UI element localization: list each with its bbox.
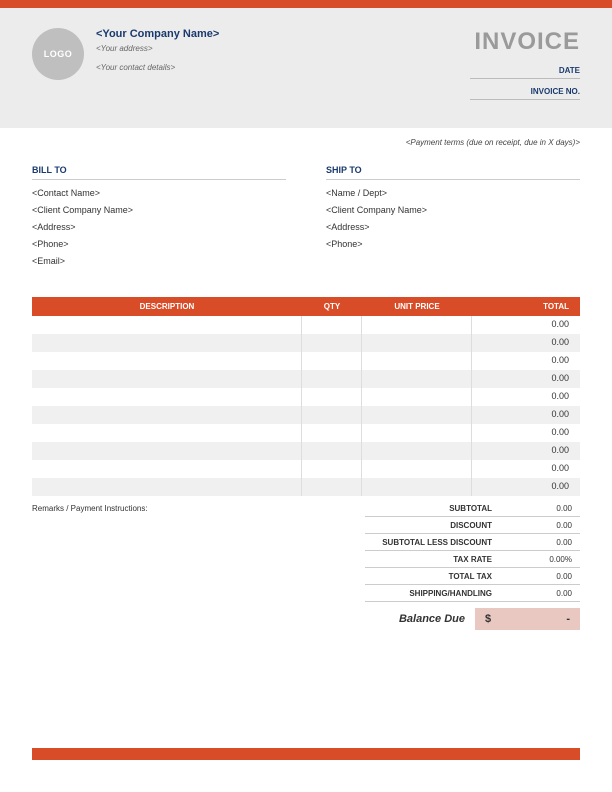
cell-qty [302,334,362,352]
table-row: 0.00 [32,334,580,352]
col-header-description: DESCRIPTION [32,297,302,316]
total-tax-label: TOTAL TAX [365,572,492,581]
cell-total: 0.00 [472,316,577,334]
cell-desc [32,478,302,496]
cell-price [362,334,472,352]
table-row: 0.00 [32,388,580,406]
balance-currency: $ [485,613,491,625]
bill-to-title: BILL TO [32,165,286,180]
subtotal-label: SUBTOTAL [365,504,492,513]
company-contact: <Your contact details> [96,63,219,72]
cell-qty [302,478,362,496]
line-items-table: DESCRIPTION QTY UNIT PRICE TOTAL 0.000.0… [32,297,580,496]
tax-rate-value: 0.00% [492,555,572,564]
bill-to-line: <Email> [32,256,286,266]
cell-qty [302,460,362,478]
cell-desc [32,442,302,460]
cell-price [362,406,472,424]
ship-to-line: <Phone> [326,239,580,249]
cell-price [362,316,472,334]
subtotal-less-label: SUBTOTAL LESS DISCOUNT [365,538,492,547]
discount-label: DISCOUNT [365,521,492,530]
balance-due-label: Balance Due [365,613,475,625]
table-row: 0.00 [32,460,580,478]
cell-desc [32,316,302,334]
invoice-no-label: INVOICE NO. [470,87,580,96]
table-row: 0.00 [32,478,580,496]
cell-desc [32,334,302,352]
discount-value: 0.00 [492,521,572,530]
cell-qty [302,316,362,334]
cell-total: 0.00 [472,370,577,388]
header: LOGO <Your Company Name> <Your address> … [0,8,612,128]
bill-to-line: <Contact Name> [32,188,286,198]
cell-qty [302,442,362,460]
ship-to-line: <Name / Dept> [326,188,580,198]
cell-qty [302,388,362,406]
table-row: 0.00 [32,352,580,370]
cell-total: 0.00 [472,406,577,424]
bill-to-line: <Phone> [32,239,286,249]
table-row: 0.00 [32,406,580,424]
cell-qty [302,352,362,370]
balance-amount: - [566,613,570,625]
cell-total: 0.00 [472,334,577,352]
cell-desc [32,352,302,370]
ship-to-section: SHIP TO <Name / Dept> <Client Company Na… [326,165,580,273]
top-accent-bar [0,0,612,8]
cell-total: 0.00 [472,388,577,406]
cell-price [362,460,472,478]
cell-total: 0.00 [472,478,577,496]
bottom-accent-bar [32,748,580,760]
bill-to-line: <Address> [32,222,286,232]
cell-price [362,388,472,406]
cell-price [362,370,472,388]
cell-price [362,352,472,370]
shipping-label: SHIPPING/HANDLING [365,589,492,598]
cell-total: 0.00 [472,460,577,478]
balance-due-value: $ - [475,608,580,630]
cell-price [362,424,472,442]
ship-to-title: SHIP TO [326,165,580,180]
payment-terms: <Payment terms (due on receipt, due in X… [0,128,612,165]
table-row: 0.00 [32,442,580,460]
col-header-price: UNIT PRICE [362,297,472,316]
table-row: 0.00 [32,316,580,334]
cell-total: 0.00 [472,352,577,370]
table-row: 0.00 [32,370,580,388]
col-header-total: TOTAL [472,297,577,316]
tax-rate-label: TAX RATE [365,555,492,564]
cell-qty [302,370,362,388]
remarks-label: Remarks / Payment Instructions: [32,500,365,630]
subtotal-less-value: 0.00 [492,538,572,547]
table-row: 0.00 [32,424,580,442]
cell-desc [32,424,302,442]
cell-total: 0.00 [472,424,577,442]
invoice-title: INVOICE [470,28,580,56]
company-address: <Your address> [96,44,219,53]
bill-to-line: <Client Company Name> [32,205,286,215]
totals-section: SUBTOTAL0.00 DISCOUNT0.00 SUBTOTAL LESS … [365,500,580,630]
bill-to-section: BILL TO <Contact Name> <Client Company N… [32,165,286,273]
ship-to-line: <Client Company Name> [326,205,580,215]
total-tax-value: 0.00 [492,572,572,581]
shipping-value: 0.00 [492,589,572,598]
cell-desc [32,460,302,478]
logo-placeholder: LOGO [32,28,84,80]
subtotal-value: 0.00 [492,504,572,513]
cell-desc [32,370,302,388]
date-label: DATE [470,66,580,75]
company-name: <Your Company Name> [96,28,219,40]
ship-to-line: <Address> [326,222,580,232]
cell-qty [302,406,362,424]
cell-price [362,478,472,496]
cell-desc [32,406,302,424]
cell-price [362,442,472,460]
col-header-qty: QTY [302,297,362,316]
cell-total: 0.00 [472,442,577,460]
cell-qty [302,424,362,442]
cell-desc [32,388,302,406]
